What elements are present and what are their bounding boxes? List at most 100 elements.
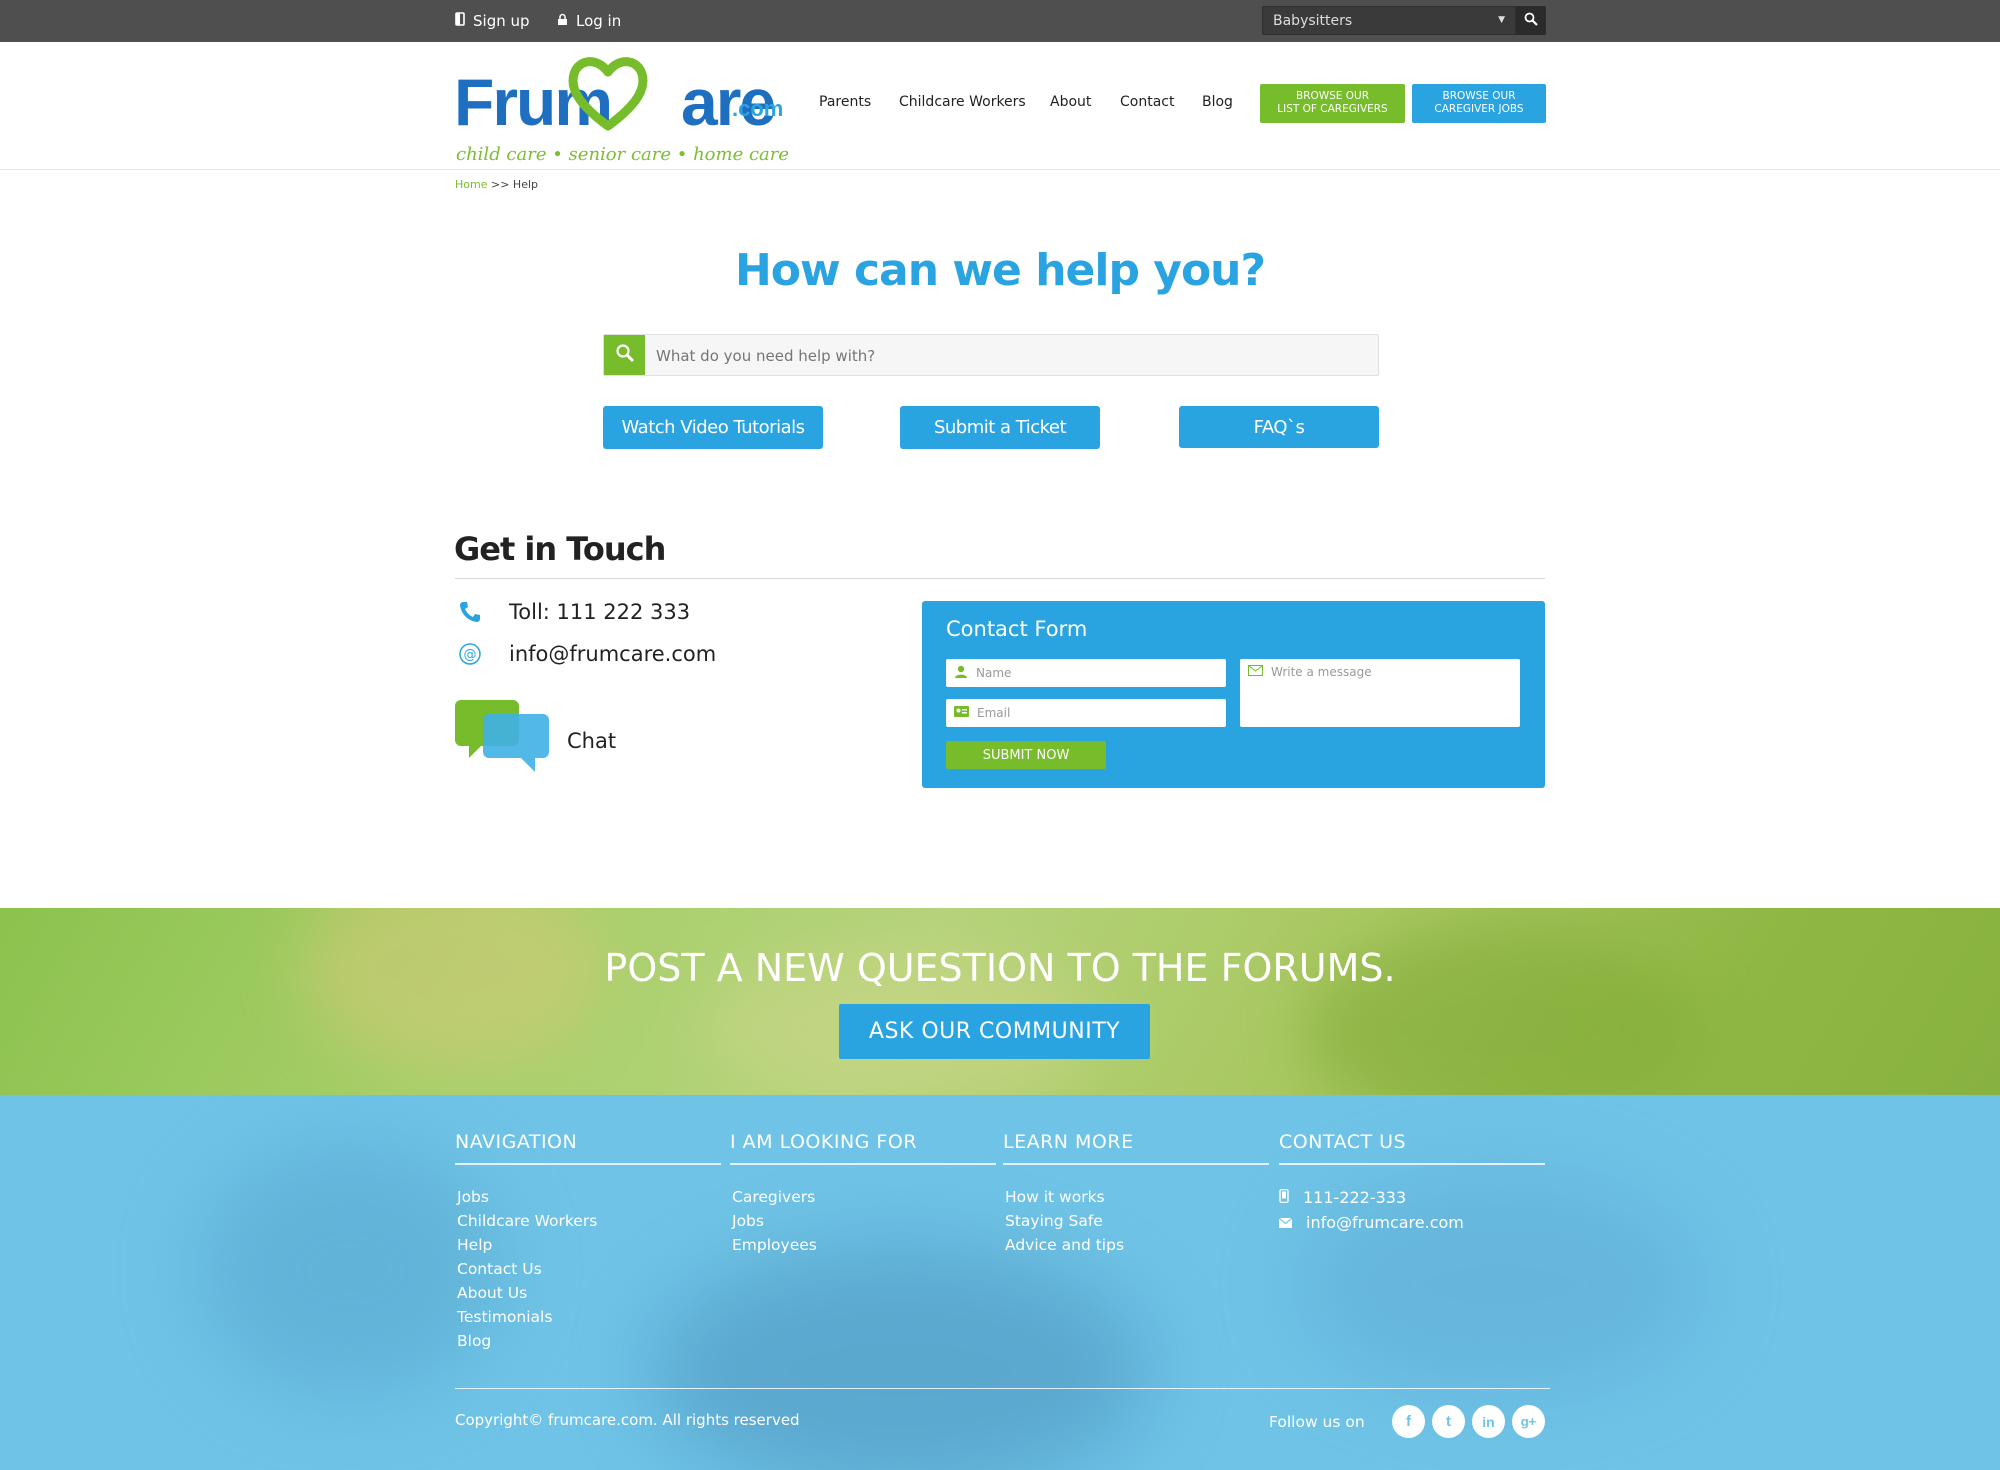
footer-link-employees[interactable]: Employees	[732, 1233, 996, 1257]
name-field[interactable]: Name	[946, 659, 1226, 687]
caret-down-icon: ▼	[1498, 15, 1505, 25]
lock-icon	[557, 13, 568, 30]
logo-tagline: child care • senior care • home care	[456, 144, 790, 165]
footer-learn-more-title: LEARN MORE	[1003, 1131, 1269, 1165]
help-title: How can we help you?	[734, 245, 1266, 296]
logo-domain: .com	[732, 96, 784, 121]
contact-form-title: Contact Form	[946, 617, 1088, 641]
ask-our-community-button[interactable]: ASK OUR COMMUNITY	[839, 1004, 1150, 1059]
footer-link-advice-tips[interactable]: Advice and tips	[1005, 1233, 1269, 1257]
login-link[interactable]: Log in	[557, 12, 621, 30]
email-address[interactable]: info@frumcare.com	[509, 642, 716, 666]
phone-icon	[455, 600, 485, 624]
browse-jobs-line1: BROWSE OUR	[1442, 90, 1516, 102]
help-search-button[interactable]	[604, 335, 645, 375]
user-icon	[954, 665, 968, 681]
get-in-touch-title: Get in Touch	[454, 530, 666, 568]
browse-caregivers-button[interactable]: BROWSE OUR LIST OF CAREGIVERS	[1260, 84, 1405, 123]
forum-banner: POST A NEW QUESTION TO THE FORUMS. ASK O…	[0, 908, 2000, 1095]
footer-link-jobs[interactable]: Jobs	[457, 1185, 721, 1209]
top-search-button[interactable]	[1516, 6, 1546, 35]
chat-bubbles-icon	[455, 700, 551, 781]
breadcrumb-current: Help	[512, 178, 538, 191]
help-search-input[interactable]	[656, 347, 1356, 365]
footer-divider	[455, 1388, 1550, 1389]
nav-parents[interactable]: Parents	[819, 94, 871, 110]
category-select[interactable]: Babysitters ▼	[1262, 6, 1516, 35]
footer-link-contact-us[interactable]: Contact Us	[457, 1257, 721, 1281]
search-icon	[615, 343, 635, 367]
linkedin-icon[interactable]: in	[1472, 1405, 1505, 1438]
category-select-value: Babysitters	[1273, 13, 1353, 29]
breadcrumb-separator: >>	[487, 178, 513, 191]
nav-contact[interactable]: Contact	[1120, 94, 1174, 110]
envelope-icon	[1278, 1210, 1293, 1235]
email-placeholder: Email	[977, 706, 1011, 720]
name-placeholder: Name	[976, 666, 1012, 680]
faqs-button[interactable]: FAQ`s	[1179, 406, 1379, 448]
frumcare-logo[interactable]: Frum are .com child care • senior care • …	[454, 56, 789, 165]
footer-link-testimonials[interactable]: Testimonials	[457, 1305, 721, 1329]
footer-bokeh	[650, 1245, 1150, 1470]
login-label: Log in	[576, 12, 622, 30]
footer-navigation: NAVIGATION Jobs Childcare Workers Help C…	[455, 1131, 721, 1353]
footer-link-how-it-works[interactable]: How it works	[1005, 1185, 1269, 1209]
footer-link-blog[interactable]: Blog	[457, 1329, 721, 1353]
footer-link-caregivers[interactable]: Caregivers	[732, 1185, 996, 1209]
top-bar: Sign up Log in Babysitters ▼	[0, 0, 2000, 42]
nav-childcare-workers[interactable]: Childcare Workers	[899, 94, 1026, 110]
heart-icon	[568, 56, 648, 136]
toll-number[interactable]: Toll: 111 222 333	[509, 600, 690, 624]
nav-blog[interactable]: Blog	[1202, 94, 1233, 110]
chat-row[interactable]: Chat	[455, 700, 616, 781]
footer-contact: CONTACT US 111-222-333 info@frumcare.com	[1278, 1131, 1545, 1235]
breadcrumb: Home >> Help	[455, 178, 538, 191]
email-field[interactable]: Email	[946, 699, 1226, 727]
submit-now-button[interactable]: SUBMIT NOW	[946, 741, 1106, 769]
nav-about[interactable]: About	[1050, 94, 1091, 110]
footer-phone[interactable]: 111-222-333	[1279, 1185, 1545, 1210]
contact-form: Contact Form Name Email Write a message …	[922, 601, 1545, 788]
submit-ticket-button[interactable]: Submit a Ticket	[900, 406, 1100, 449]
envelope-icon	[1248, 665, 1263, 721]
footer-link-about-us[interactable]: About Us	[457, 1281, 721, 1305]
browse-jobs-line2: CAREGIVER JOBS	[1434, 103, 1524, 115]
mobile-icon	[1279, 1185, 1289, 1210]
signup-icon	[455, 12, 465, 30]
facebook-icon[interactable]: f	[1392, 1405, 1425, 1438]
browse-caregivers-line1: BROWSE OUR	[1295, 90, 1370, 102]
footer-link-staying-safe[interactable]: Staying Safe	[1005, 1209, 1269, 1233]
search-icon	[1524, 11, 1538, 30]
site-footer: NAVIGATION Jobs Childcare Workers Help C…	[0, 1095, 2000, 1470]
signup-label: Sign up	[473, 12, 530, 30]
site-header: Frum are .com child care • senior care • …	[0, 42, 2000, 170]
footer-phone-number: 111-222-333	[1303, 1188, 1407, 1207]
footer-looking-for: I AM LOOKING FOR Caregivers Jobs Employe…	[730, 1131, 996, 1257]
at-icon: @	[455, 642, 485, 666]
footer-looking-for-title: I AM LOOKING FOR	[730, 1131, 996, 1165]
forum-title: POST A NEW QUESTION TO THE FORUMS.	[604, 946, 1396, 990]
id-card-icon	[954, 706, 969, 720]
google-plus-icon[interactable]: g+	[1512, 1405, 1545, 1438]
follow-us-label: Follow us on	[1269, 1413, 1365, 1431]
footer-contact-list: 111-222-333 info@frumcare.com	[1278, 1185, 1545, 1235]
twitter-icon[interactable]: t	[1432, 1405, 1465, 1438]
watch-video-tutorials-button[interactable]: Watch Video Tutorials	[603, 406, 823, 449]
breadcrumb-home[interactable]: Home	[455, 178, 487, 191]
footer-link-childcare-workers[interactable]: Childcare Workers	[457, 1209, 721, 1233]
message-field[interactable]: Write a message	[1240, 659, 1520, 727]
footer-link-jobs-2[interactable]: Jobs	[732, 1209, 996, 1233]
chat-label: Chat	[567, 728, 617, 753]
message-placeholder: Write a message	[1271, 665, 1372, 679]
browse-jobs-button[interactable]: BROWSE OUR CAREGIVER JOBS	[1412, 84, 1546, 123]
email-row: @ info@frumcare.com	[455, 642, 716, 666]
help-search[interactable]	[603, 334, 1379, 376]
signup-link[interactable]: Sign up	[455, 12, 530, 30]
footer-link-help[interactable]: Help	[457, 1233, 721, 1257]
footer-contact-title: CONTACT US	[1279, 1131, 1545, 1165]
divider	[455, 578, 1545, 579]
footer-email[interactable]: info@frumcare.com	[1278, 1210, 1545, 1235]
toll-row: Toll: 111 222 333	[455, 600, 690, 624]
copyright: Copyright© frumcare.com. All rights rese…	[455, 1411, 800, 1429]
svg-text:@: @	[464, 648, 477, 663]
